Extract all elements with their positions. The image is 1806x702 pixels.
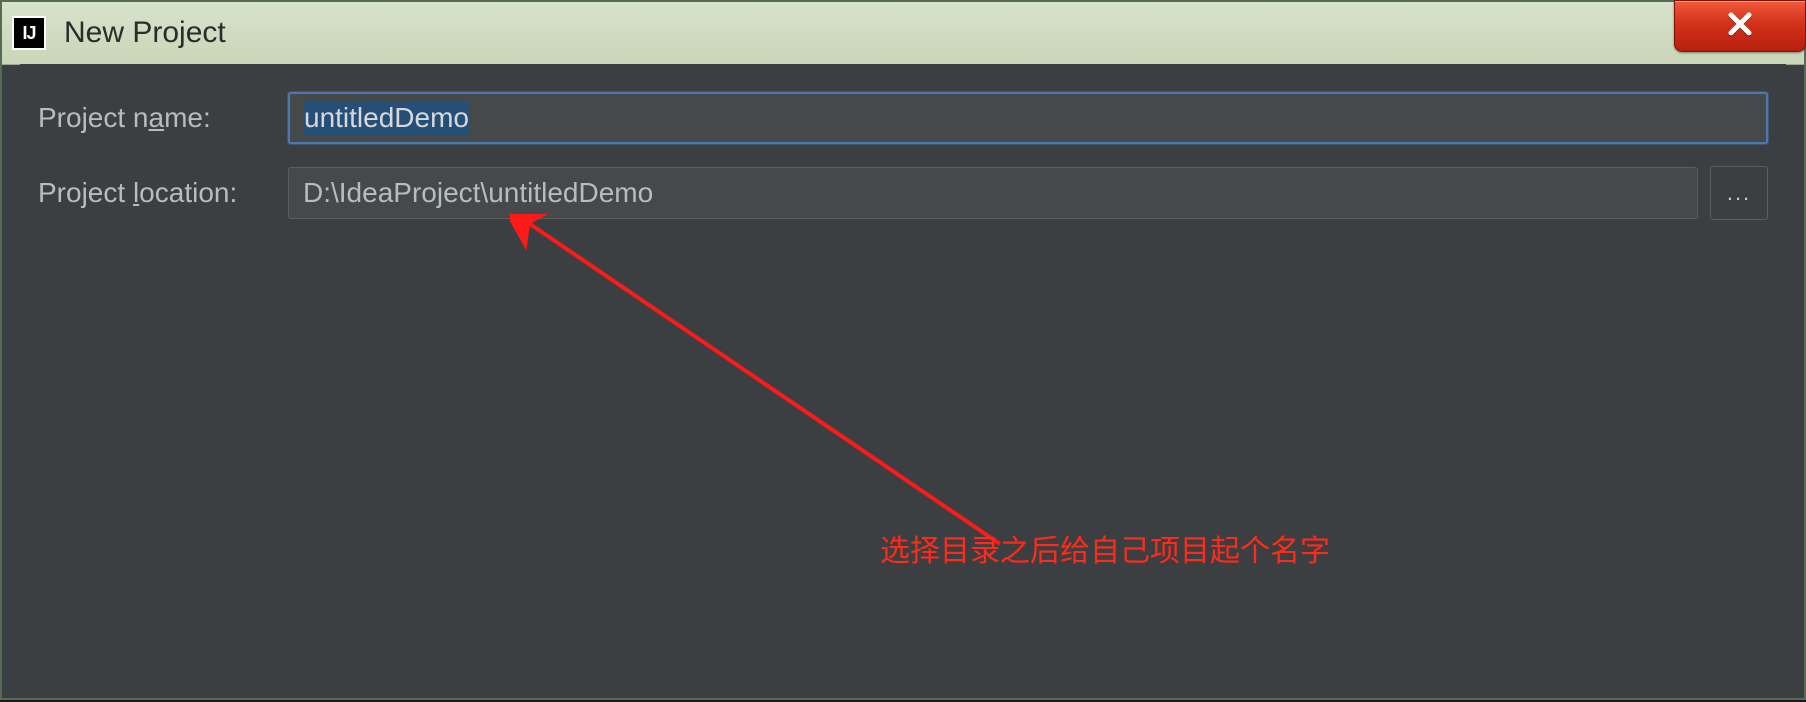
new-project-dialog: IJ New Project Project name: untitledDem… <box>0 0 1806 700</box>
project-location-input[interactable]: D:\IdeaProject\untitledDemo <box>288 167 1698 219</box>
project-location-row: Project location: D:\IdeaProject\untitle… <box>38 166 1768 220</box>
title-bar[interactable]: IJ New Project <box>2 2 1804 65</box>
annotation-text: 选择目录之后给自己项目起个名字 <box>880 526 1330 570</box>
project-name-label: Project name: <box>38 102 288 134</box>
annotation-arrow-icon <box>510 214 1070 574</box>
project-name-row: Project name: untitledDemo <box>38 92 1768 144</box>
project-location-value: D:\IdeaProject\untitledDemo <box>303 177 653 209</box>
project-location-label: Project location: <box>38 177 288 209</box>
browse-location-button[interactable]: ... <box>1710 166 1768 220</box>
ellipsis-icon: ... <box>1727 180 1751 206</box>
close-icon <box>1725 9 1755 44</box>
intellij-app-icon: IJ <box>12 16 46 50</box>
project-name-input[interactable]: untitledDemo <box>288 92 1768 144</box>
window-title: New Project <box>64 16 226 50</box>
dialog-content: Project name: untitledDemo Project locat… <box>20 64 1786 698</box>
project-name-value: untitledDemo <box>304 101 469 135</box>
app-icon-text: IJ <box>22 23 35 44</box>
close-button[interactable] <box>1674 0 1806 52</box>
